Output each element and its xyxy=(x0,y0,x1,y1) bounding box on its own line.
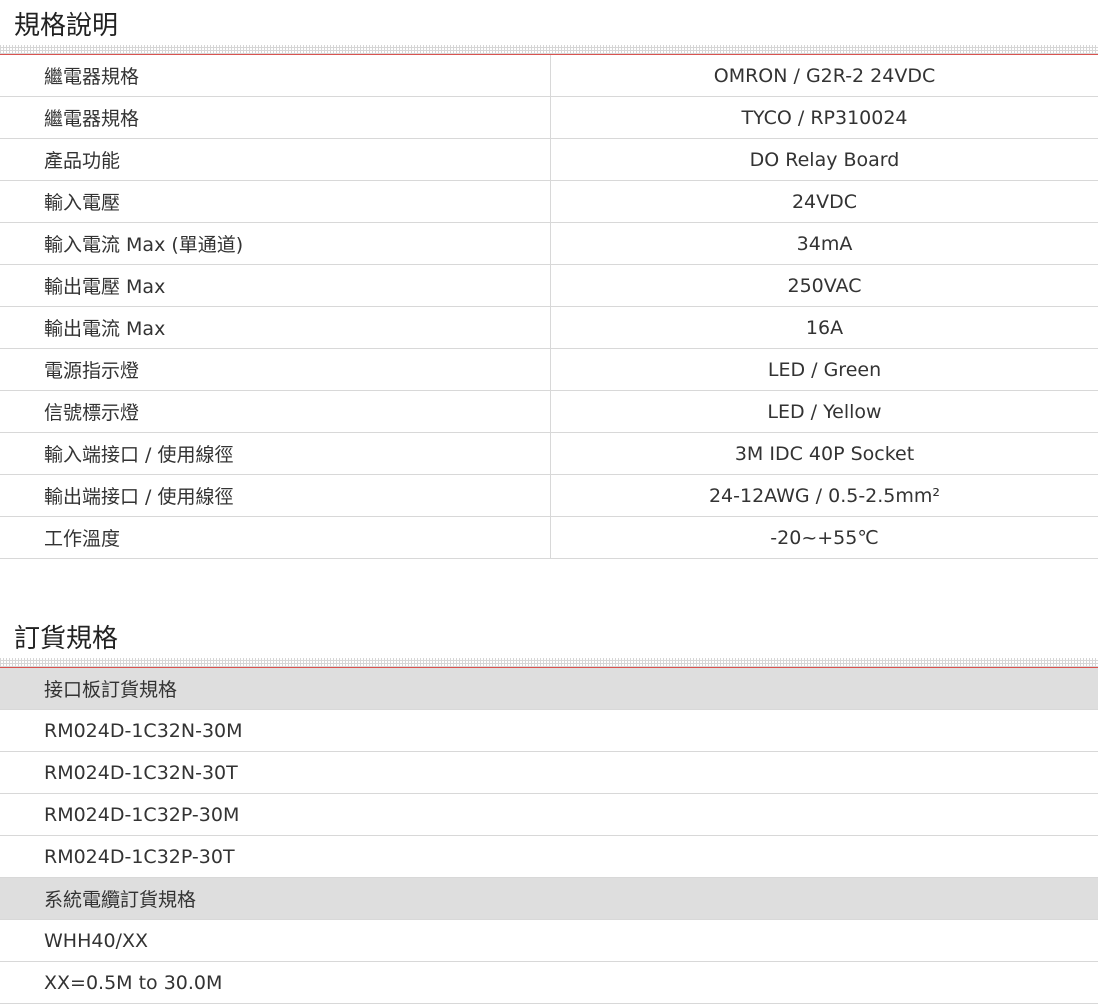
order-item: RM024D-1C32P-30T xyxy=(0,836,1098,878)
order-item: RM024D-1C32N-30M xyxy=(0,710,1098,752)
spec-key: 信號標示燈 xyxy=(0,391,551,433)
spec-key: 電源指示燈 xyxy=(0,349,551,391)
spec-key: 輸出電壓 Max xyxy=(0,265,551,307)
spec-value: 24VDC xyxy=(551,181,1098,223)
spec-value: 16A xyxy=(551,307,1098,349)
spec-section-title: 規格說明 xyxy=(0,0,1098,45)
spec-key: 工作溫度 xyxy=(0,517,551,559)
order-group-header: 系統電纜訂貨規格 xyxy=(0,878,1098,920)
order-group-label: 接口板訂貨規格 xyxy=(0,668,1098,710)
spec-section: 規格說明 繼電器規格OMRON / G2R-2 24VDC繼電器規格TYCO /… xyxy=(0,0,1098,559)
spec-key: 輸入電流 Max (單通道) xyxy=(0,223,551,265)
order-item-code: RM024D-1C32P-30T xyxy=(0,836,1098,878)
spec-title-rule xyxy=(0,45,1098,55)
spec-row: 輸入電流 Max (單通道)34mA xyxy=(0,223,1098,265)
spec-row: 繼電器規格OMRON / G2R-2 24VDC xyxy=(0,55,1098,97)
order-item-code: RM024D-1C32P-30M xyxy=(0,794,1098,836)
spec-row: 輸出電流 Max16A xyxy=(0,307,1098,349)
spec-row: 輸入端接口 / 使用線徑3M IDC 40P Socket xyxy=(0,433,1098,475)
spec-key: 輸出端接口 / 使用線徑 xyxy=(0,475,551,517)
order-item-code: WHH40/XX xyxy=(0,920,1098,962)
order-item: RM024D-1C32P-30M xyxy=(0,794,1098,836)
spec-table: 繼電器規格OMRON / G2R-2 24VDC繼電器規格TYCO / RP31… xyxy=(0,55,1098,559)
order-group-label: 系統電纜訂貨規格 xyxy=(0,878,1098,920)
order-group-header: 接口板訂貨規格 xyxy=(0,668,1098,710)
spec-key: 產品功能 xyxy=(0,139,551,181)
order-item: XX=0.5M to 30.0M xyxy=(0,962,1098,1004)
spec-value: LED / Yellow xyxy=(551,391,1098,433)
spec-value: TYCO / RP310024 xyxy=(551,97,1098,139)
spec-row: 電源指示燈LED / Green xyxy=(0,349,1098,391)
order-item: RM024D-1C32N-30T xyxy=(0,752,1098,794)
spec-key: 輸入電壓 xyxy=(0,181,551,223)
spec-value: 3M IDC 40P Socket xyxy=(551,433,1098,475)
spec-key: 繼電器規格 xyxy=(0,55,551,97)
spec-key: 輸入端接口 / 使用線徑 xyxy=(0,433,551,475)
spec-value: 34mA xyxy=(551,223,1098,265)
spec-row: 輸入電壓24VDC xyxy=(0,181,1098,223)
order-item-code: RM024D-1C32N-30M xyxy=(0,710,1098,752)
order-item-code: RM024D-1C32N-30T xyxy=(0,752,1098,794)
spec-value: 250VAC xyxy=(551,265,1098,307)
order-table: 接口板訂貨規格RM024D-1C32N-30MRM024D-1C32N-30TR… xyxy=(0,668,1098,1004)
order-item-code: XX=0.5M to 30.0M xyxy=(0,962,1098,1004)
order-section: 訂貨規格 接口板訂貨規格RM024D-1C32N-30MRM024D-1C32N… xyxy=(0,613,1098,1004)
order-title-rule xyxy=(0,658,1098,668)
spec-row: 信號標示燈LED / Yellow xyxy=(0,391,1098,433)
spec-value: -20~+55℃ xyxy=(551,517,1098,559)
spec-value: DO Relay Board xyxy=(551,139,1098,181)
spec-row: 產品功能DO Relay Board xyxy=(0,139,1098,181)
spec-row: 輸出電壓 Max250VAC xyxy=(0,265,1098,307)
spec-value: LED / Green xyxy=(551,349,1098,391)
spec-row: 工作溫度-20~+55℃ xyxy=(0,517,1098,559)
spec-row: 繼電器規格TYCO / RP310024 xyxy=(0,97,1098,139)
order-section-title: 訂貨規格 xyxy=(0,613,1098,658)
spec-key: 繼電器規格 xyxy=(0,97,551,139)
spec-key: 輸出電流 Max xyxy=(0,307,551,349)
spec-value: OMRON / G2R-2 24VDC xyxy=(551,55,1098,97)
spec-row: 輸出端接口 / 使用線徑24-12AWG / 0.5-2.5mm² xyxy=(0,475,1098,517)
order-item: WHH40/XX xyxy=(0,920,1098,962)
spec-value: 24-12AWG / 0.5-2.5mm² xyxy=(551,475,1098,517)
